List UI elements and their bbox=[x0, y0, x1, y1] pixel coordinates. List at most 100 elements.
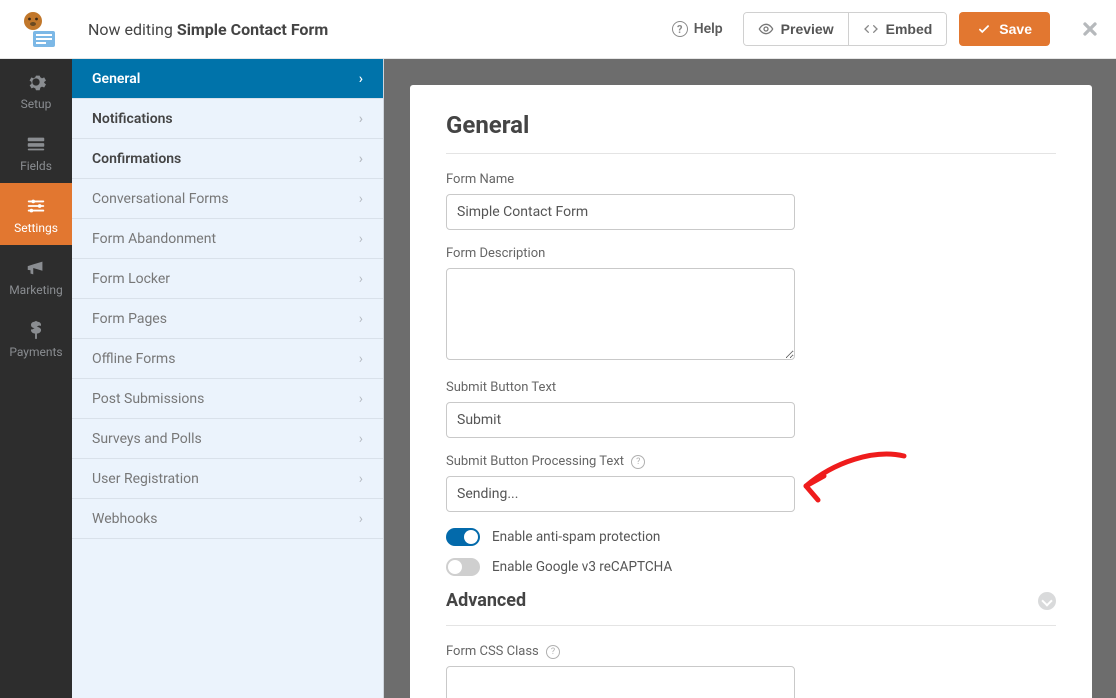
sidebar-item-label: Conversational Forms bbox=[92, 191, 229, 207]
help-link[interactable]: ? Help bbox=[672, 21, 723, 37]
chevron-right-icon: › bbox=[359, 191, 363, 207]
top-actions: ? Help Preview Embed Save bbox=[672, 12, 1100, 46]
sidebar-item-form-pages[interactable]: Form Pages › bbox=[72, 299, 383, 339]
bullhorn-icon bbox=[25, 257, 47, 279]
chevron-right-icon: › bbox=[359, 231, 363, 247]
preview-label: Preview bbox=[781, 21, 834, 37]
preview-embed-group: Preview Embed bbox=[743, 12, 948, 46]
help-label: Help bbox=[694, 21, 723, 37]
chevron-right-icon: › bbox=[359, 71, 363, 87]
sidebar-item-label: Form Abandonment bbox=[92, 231, 216, 247]
chevron-right-icon: › bbox=[359, 271, 363, 287]
toggle-recaptcha-row: Enable Google v3 reCAPTCHA bbox=[446, 558, 1056, 576]
sidebar-item-label: General bbox=[92, 71, 140, 87]
nav-label: Setup bbox=[21, 97, 52, 111]
nav-label: Fields bbox=[20, 159, 52, 173]
editing-form-name: Simple Contact Form bbox=[177, 20, 328, 39]
sidebar-item-form-abandonment[interactable]: Form Abandonment › bbox=[72, 219, 383, 259]
close-icon[interactable] bbox=[1080, 19, 1100, 39]
chevron-right-icon: › bbox=[359, 511, 363, 527]
help-tooltip-icon[interactable]: ? bbox=[546, 645, 560, 659]
preview-button[interactable]: Preview bbox=[744, 13, 848, 45]
sidebar-item-label: Webhooks bbox=[92, 511, 158, 527]
sidebar-item-webhooks[interactable]: Webhooks › bbox=[72, 499, 383, 539]
settings-sidebar: General › Notifications › Confirmations … bbox=[72, 59, 384, 698]
help-tooltip-icon[interactable]: ? bbox=[631, 455, 645, 469]
sidebar-item-conversational-forms[interactable]: Conversational Forms › bbox=[72, 179, 383, 219]
sidebar-item-confirmations[interactable]: Confirmations › bbox=[72, 139, 383, 179]
chevron-right-icon: › bbox=[359, 111, 363, 127]
form-css-label-text: Form CSS Class bbox=[446, 644, 539, 659]
topbar: Now editing Simple Contact Form ? Help P… bbox=[0, 0, 1116, 59]
sidebar-item-label: Confirmations bbox=[92, 151, 181, 167]
sidebar-item-label: Offline Forms bbox=[92, 351, 175, 367]
nav-label: Payments bbox=[9, 345, 62, 359]
field-form-name: Form Name bbox=[446, 172, 1056, 230]
list-icon bbox=[25, 133, 47, 155]
check-icon bbox=[977, 22, 991, 36]
nav-item-marketing[interactable]: Marketing bbox=[0, 245, 72, 307]
embed-button[interactable]: Embed bbox=[848, 13, 947, 45]
submit-proc-label-text: Submit Button Processing Text bbox=[446, 454, 624, 469]
chevron-right-icon: › bbox=[359, 471, 363, 487]
nav-item-settings[interactable]: Settings bbox=[0, 183, 72, 245]
editing-title: Now editing Simple Contact Form bbox=[88, 20, 328, 39]
chevron-right-icon: › bbox=[359, 431, 363, 447]
sidebar-item-label: Form Locker bbox=[92, 271, 170, 287]
advanced-heading: Advanced bbox=[446, 590, 526, 611]
dollar-icon bbox=[25, 319, 47, 341]
wpforms-logo bbox=[8, 9, 70, 49]
nav-label: Marketing bbox=[9, 283, 63, 297]
sidebar-item-label: Post Submissions bbox=[92, 391, 204, 407]
gear-icon bbox=[25, 71, 47, 93]
advanced-header[interactable]: Advanced bbox=[446, 590, 1056, 611]
sidebar-item-general[interactable]: General › bbox=[72, 59, 383, 99]
form-desc-input[interactable] bbox=[446, 268, 795, 360]
sidebar-item-label: Notifications bbox=[92, 111, 173, 127]
chevron-down-icon bbox=[1038, 592, 1056, 610]
embed-label: Embed bbox=[886, 21, 933, 37]
code-icon bbox=[863, 21, 879, 37]
submit-text-input[interactable] bbox=[446, 402, 795, 438]
sidebar-item-form-locker[interactable]: Form Locker › bbox=[72, 259, 383, 299]
sidebar-item-label: Form Pages bbox=[92, 311, 167, 327]
form-css-label: Form CSS Class ? bbox=[446, 644, 1056, 659]
nav-item-payments[interactable]: Payments bbox=[0, 307, 72, 369]
antispam-label: Enable anti-spam protection bbox=[492, 529, 660, 545]
sidebar-item-user-registration[interactable]: User Registration › bbox=[72, 459, 383, 499]
chevron-right-icon: › bbox=[359, 351, 363, 367]
field-submit-text: Submit Button Text bbox=[446, 380, 1056, 438]
sidebar-item-label: Surveys and Polls bbox=[92, 431, 202, 447]
sidebar-item-label: User Registration bbox=[92, 471, 199, 487]
sidebar-item-notifications[interactable]: Notifications › bbox=[72, 99, 383, 139]
divider bbox=[446, 625, 1056, 626]
save-label: Save bbox=[999, 21, 1032, 37]
field-form-css: Form CSS Class ? bbox=[446, 644, 1056, 698]
form-desc-label: Form Description bbox=[446, 246, 1056, 261]
sidebar-item-surveys-polls[interactable]: Surveys and Polls › bbox=[72, 419, 383, 459]
eye-icon bbox=[758, 21, 774, 37]
submit-proc-label: Submit Button Processing Text ? bbox=[446, 454, 1056, 469]
sliders-icon bbox=[25, 195, 47, 217]
nav-label: Settings bbox=[14, 221, 58, 235]
form-name-input[interactable] bbox=[446, 194, 795, 230]
sidebar-item-offline-forms[interactable]: Offline Forms › bbox=[72, 339, 383, 379]
antispam-toggle[interactable] bbox=[446, 528, 480, 546]
recaptcha-toggle[interactable] bbox=[446, 558, 480, 576]
save-button[interactable]: Save bbox=[959, 12, 1050, 46]
nav-item-setup[interactable]: Setup bbox=[0, 59, 72, 121]
editing-prefix: Now editing bbox=[88, 20, 177, 39]
sidebar-item-post-submissions[interactable]: Post Submissions › bbox=[72, 379, 383, 419]
toggle-antispam-row: Enable anti-spam protection bbox=[446, 528, 1056, 546]
main-area: General Form Name Form Description Submi… bbox=[384, 59, 1116, 698]
chevron-right-icon: › bbox=[359, 151, 363, 167]
form-css-input[interactable] bbox=[446, 666, 795, 698]
left-nav: Setup Fields Settings Marketing Payments bbox=[0, 59, 72, 698]
submit-text-label: Submit Button Text bbox=[446, 380, 1056, 395]
divider bbox=[446, 153, 1056, 154]
submit-proc-input[interactable] bbox=[446, 476, 795, 512]
form-name-label: Form Name bbox=[446, 172, 1056, 187]
chevron-right-icon: › bbox=[359, 311, 363, 327]
field-form-description: Form Description bbox=[446, 246, 1056, 364]
nav-item-fields[interactable]: Fields bbox=[0, 121, 72, 183]
